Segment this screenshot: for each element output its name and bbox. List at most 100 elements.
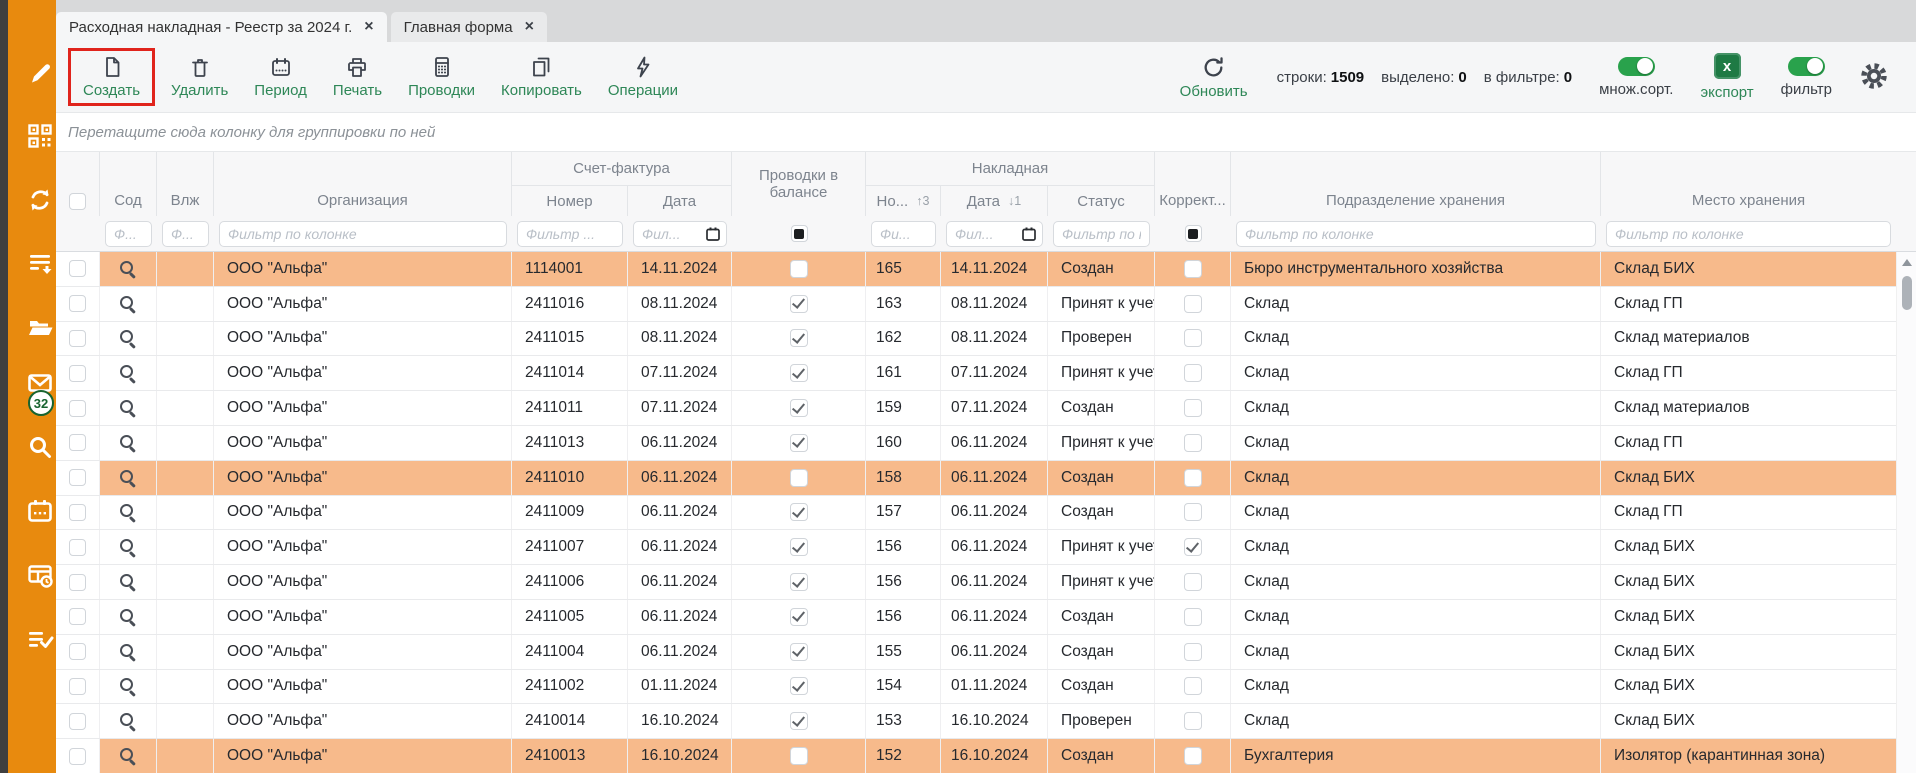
table-row[interactable]: ООО "Альфа" 2411005 06.11.2024 156 06.11…	[56, 600, 1896, 635]
column-header-invoice-date[interactable]: Дата	[628, 186, 732, 216]
magnifier-icon[interactable]	[119, 434, 137, 452]
correction-checkbox[interactable]	[1184, 364, 1202, 382]
print-button[interactable]: Печать	[323, 52, 392, 102]
column-header-department[interactable]: Подразделение хранения	[1231, 152, 1601, 216]
filter-input-number[interactable]	[871, 221, 936, 247]
correction-checkbox[interactable]	[1184, 608, 1202, 626]
table-row[interactable]: ООО "Альфа" 2411011 07.11.2024 159 07.11…	[56, 391, 1896, 426]
magnifier-icon[interactable]	[119, 295, 137, 313]
correction-checkbox[interactable]	[1184, 712, 1202, 730]
in-balance-checkbox[interactable]	[790, 364, 808, 382]
table-row[interactable]: ООО "Альфа" 2411006 06.11.2024 156 06.11…	[56, 565, 1896, 600]
postings-button[interactable]: Проводки	[398, 52, 485, 102]
in-balance-checkbox[interactable]	[790, 643, 808, 661]
in-balance-checkbox[interactable]	[790, 329, 808, 347]
row-checkbox[interactable]	[69, 330, 86, 347]
row-checkbox[interactable]	[69, 260, 86, 277]
magnifier-icon[interactable]	[119, 608, 137, 626]
in-balance-checkbox[interactable]	[790, 608, 808, 626]
magnifier-icon[interactable]	[119, 260, 137, 278]
column-header-location[interactable]: Место хранения	[1601, 152, 1896, 216]
table-row[interactable]: ООО "Альфа" 2411013 06.11.2024 160 06.11…	[56, 426, 1896, 461]
in-balance-checkbox[interactable]	[790, 434, 808, 452]
correction-checkbox[interactable]	[1184, 399, 1202, 417]
filter-checkbox-in-balance[interactable]	[791, 225, 808, 242]
operations-button[interactable]: Операции	[598, 52, 688, 102]
edit-icon[interactable]	[16, 58, 64, 88]
correction-checkbox[interactable]	[1184, 329, 1202, 347]
row-checkbox[interactable]	[69, 539, 86, 556]
table-row[interactable]: ООО "Альфа" 2411004 06.11.2024 155 06.11…	[56, 635, 1896, 670]
row-checkbox[interactable]	[69, 469, 86, 486]
export-button[interactable]: x экспорт	[1700, 53, 1753, 101]
column-header-sod[interactable]: Сод	[100, 152, 157, 216]
row-checkbox[interactable]	[69, 400, 86, 417]
filter-input-invoice-number[interactable]	[517, 221, 623, 247]
in-balance-checkbox[interactable]	[790, 677, 808, 695]
column-header-in-balance[interactable]: Проводки в балансе	[732, 152, 866, 216]
correction-checkbox[interactable]	[1184, 503, 1202, 521]
column-header-vlj[interactable]: Влж	[157, 152, 214, 216]
copy-button[interactable]: Копировать	[491, 52, 592, 102]
multisort-toggle[interactable]: множ.сорт.	[1599, 57, 1673, 98]
row-checkbox[interactable]	[69, 748, 86, 765]
column-header-date[interactable]: Дата↓1	[941, 186, 1048, 216]
table-row[interactable]: ООО "Альфа" 2410014 16.10.2024 153 16.10…	[56, 704, 1896, 739]
settings-button[interactable]	[1859, 61, 1889, 94]
row-checkbox[interactable]	[69, 713, 86, 730]
magnifier-icon[interactable]	[119, 469, 137, 487]
scroll-up-arrow[interactable]	[1902, 259, 1912, 266]
filter-input-org[interactable]	[219, 221, 507, 247]
magnifier-icon[interactable]	[119, 712, 137, 730]
toggle-switch[interactable]	[1788, 57, 1825, 76]
row-checkbox[interactable]	[69, 678, 86, 695]
filter-toggle[interactable]: фильтр	[1781, 57, 1832, 98]
correction-checkbox[interactable]	[1184, 643, 1202, 661]
correction-checkbox[interactable]	[1184, 677, 1202, 695]
magnifier-icon[interactable]	[119, 329, 137, 347]
in-balance-checkbox[interactable]	[790, 747, 808, 765]
filter-input-location[interactable]	[1606, 221, 1891, 247]
correction-checkbox[interactable]	[1184, 573, 1202, 591]
calendar-icon[interactable]	[706, 227, 720, 241]
magnifier-icon[interactable]	[119, 677, 137, 695]
row-checkbox[interactable]	[69, 365, 86, 382]
table-row[interactable]: ООО "Альфа" 2411009 06.11.2024 157 06.11…	[56, 496, 1896, 531]
in-balance-checkbox[interactable]	[790, 712, 808, 730]
delete-button[interactable]: Удалить	[161, 52, 238, 102]
column-header-status[interactable]: Статус	[1048, 186, 1155, 216]
table-row[interactable]: ООО "Альфа" 1114001 14.11.2024 165 14.11…	[56, 252, 1896, 287]
table-row[interactable]: ООО "Альфа" 2411007 06.11.2024 156 06.11…	[56, 530, 1896, 565]
close-icon[interactable]: ×	[525, 18, 534, 36]
filter-input-vlj[interactable]	[162, 221, 209, 247]
magnifier-icon[interactable]	[119, 643, 137, 661]
correction-checkbox[interactable]	[1184, 260, 1202, 278]
row-checkbox[interactable]	[69, 504, 86, 521]
toggle-switch[interactable]	[1618, 57, 1655, 76]
in-balance-checkbox[interactable]	[790, 295, 808, 313]
row-checkbox[interactable]	[69, 608, 86, 625]
correction-checkbox[interactable]	[1184, 434, 1202, 452]
select-all-checkbox[interactable]	[69, 193, 86, 210]
close-icon[interactable]: ×	[364, 18, 373, 36]
correction-checkbox[interactable]	[1184, 538, 1202, 556]
magnifier-icon[interactable]	[119, 538, 137, 556]
table-row[interactable]: ООО "Альфа" 2411014 07.11.2024 161 07.11…	[56, 356, 1896, 391]
in-balance-checkbox[interactable]	[790, 399, 808, 417]
filter-input-status[interactable]	[1053, 221, 1150, 247]
column-header-correction[interactable]: Коррект...	[1155, 152, 1231, 216]
column-header-number[interactable]: Но...↑3	[866, 186, 941, 216]
table-row[interactable]: ООО "Альфа" 2411002 01.11.2024 154 01.11…	[56, 670, 1896, 705]
in-balance-checkbox[interactable]	[790, 469, 808, 487]
in-balance-checkbox[interactable]	[790, 260, 808, 278]
period-button[interactable]: Период	[244, 52, 317, 102]
scroll-thumb[interactable]	[1902, 276, 1912, 310]
qr-code-icon[interactable]	[16, 121, 64, 151]
in-balance-checkbox[interactable]	[790, 503, 808, 521]
row-checkbox[interactable]	[69, 434, 86, 451]
table-row[interactable]: ООО "Альфа" 2411016 08.11.2024 163 08.11…	[56, 287, 1896, 322]
correction-checkbox[interactable]	[1184, 469, 1202, 487]
table-row[interactable]: ООО "Альфа" 2411015 08.11.2024 162 08.11…	[56, 322, 1896, 357]
filter-checkbox-correction[interactable]	[1185, 225, 1202, 242]
in-balance-checkbox[interactable]	[790, 538, 808, 556]
